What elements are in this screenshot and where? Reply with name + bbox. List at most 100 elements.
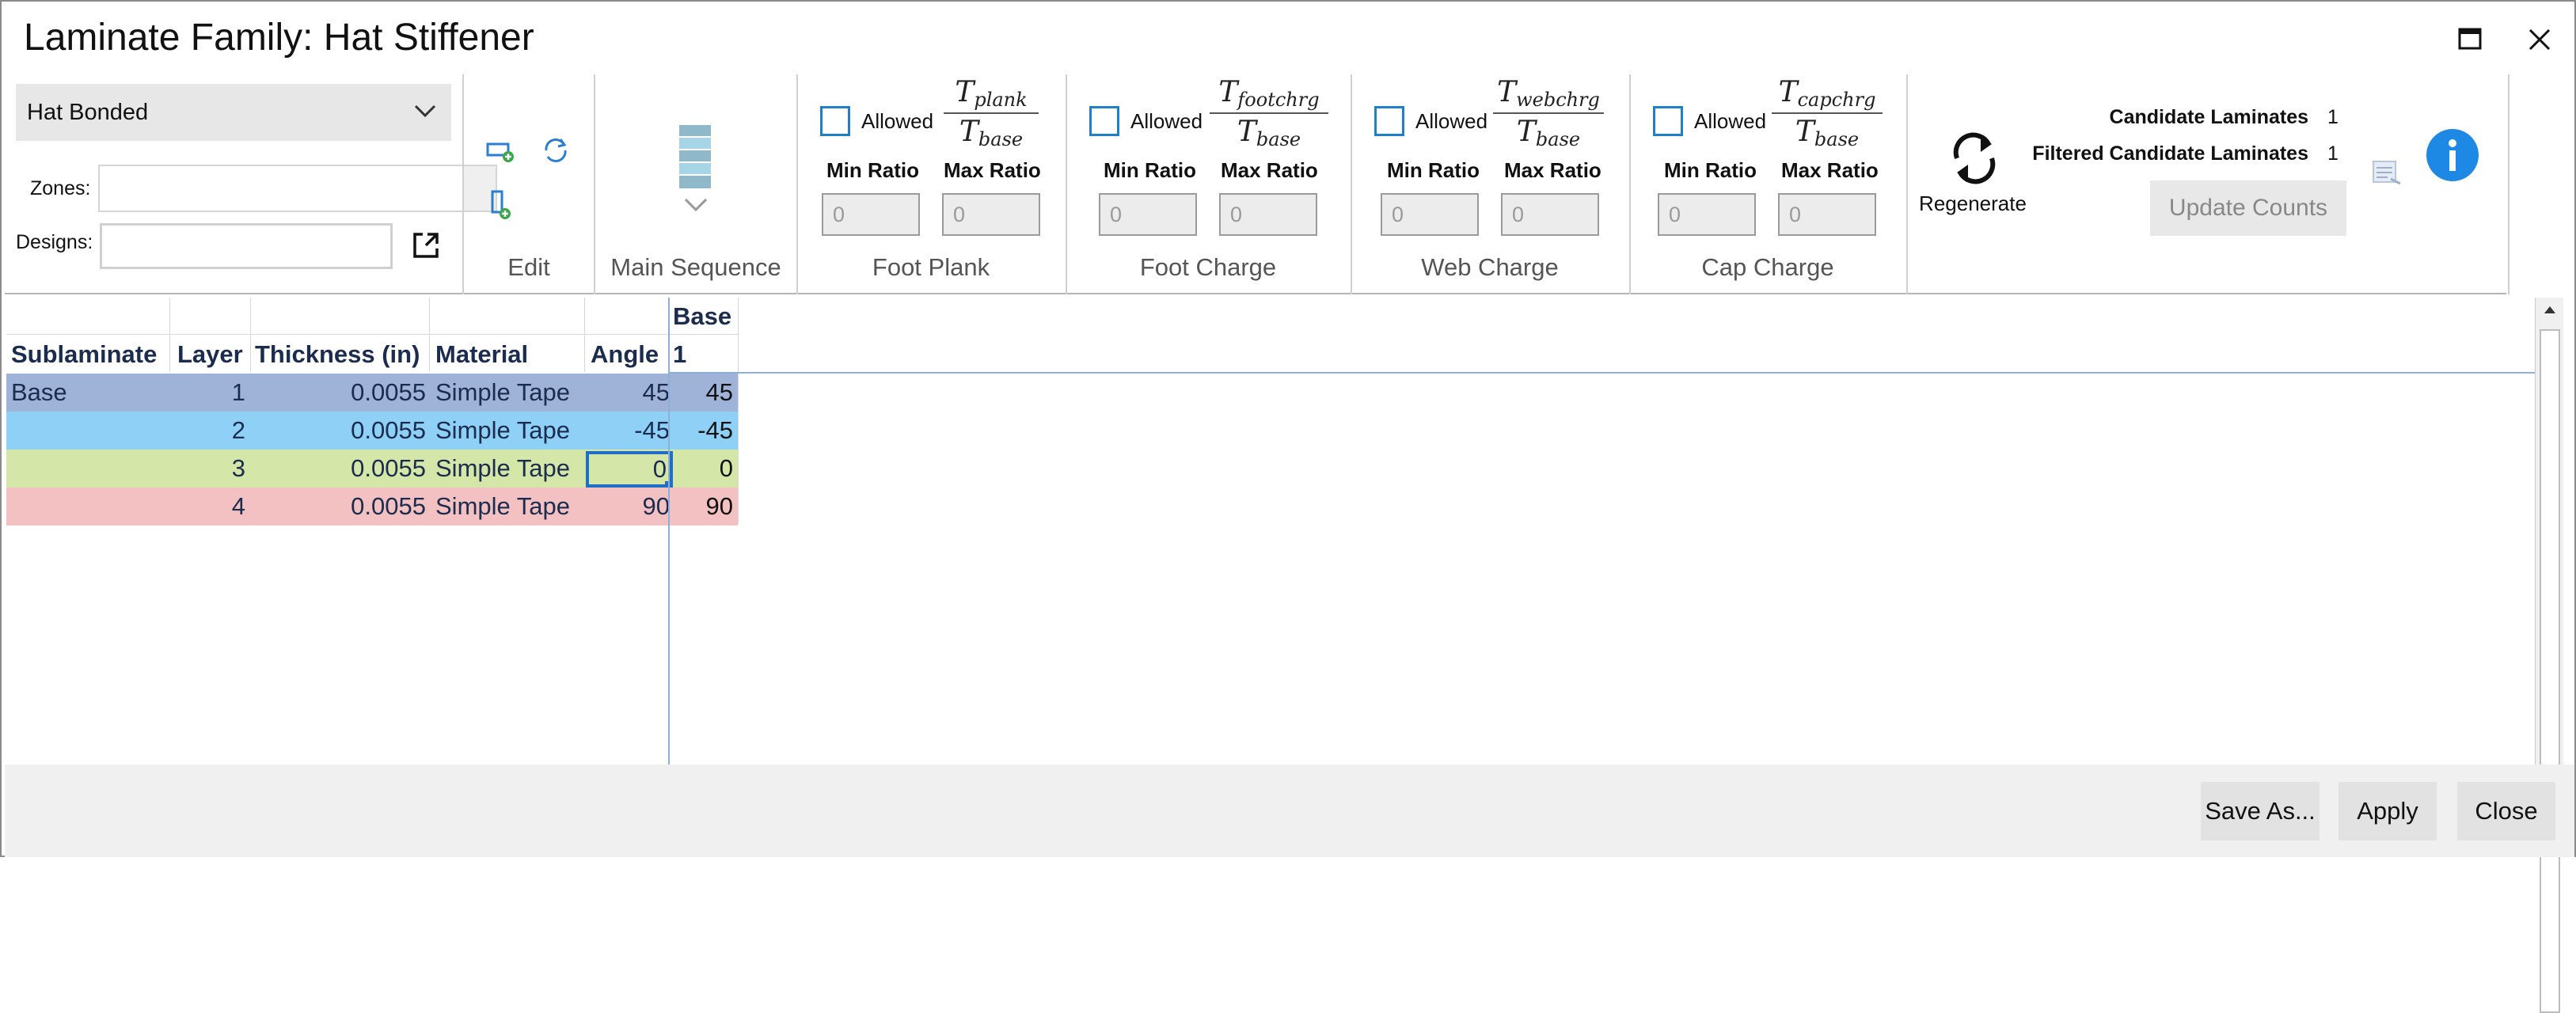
column-header-sublaminate[interactable]: Sublaminate <box>11 340 157 369</box>
foot-charge-allowed-label: Allowed <box>1130 109 1203 133</box>
column-header-thickness[interactable]: Thickness (in) <box>255 340 420 369</box>
window-title: Laminate Family: Hat Stiffener <box>24 17 534 59</box>
column-header-angle[interactable]: Angle <box>591 340 659 369</box>
table-row[interactable]: Base 1 0.0055 Simple Tape 45 45 <box>6 374 738 412</box>
cell-angle-selected[interactable]: 0 <box>586 451 673 488</box>
regenerate-icon <box>1953 132 1996 184</box>
chevron-down-icon <box>414 104 436 118</box>
column-header-layer[interactable]: Layer <box>177 340 243 369</box>
update-counts-button[interactable]: Update Counts <box>2150 180 2346 236</box>
designs-label: Designs: <box>16 231 93 253</box>
grid-column-divider <box>429 298 430 372</box>
cell-layer[interactable]: 4 <box>169 488 245 525</box>
zones-input[interactable] <box>98 165 497 212</box>
filter-list-button[interactable] <box>2372 158 2403 191</box>
designs-input[interactable] <box>100 223 393 269</box>
cell-layer[interactable]: 2 <box>169 412 245 450</box>
foot-charge-max-ratio-input[interactable]: 0 <box>1219 193 1317 236</box>
info-button[interactable] <box>2426 128 2479 186</box>
laminate-family-dialog: Laminate Family: Hat Stiffener Hat Bonde… <box>0 0 2576 1013</box>
cell-layer[interactable]: 3 <box>169 450 245 488</box>
cell-angle[interactable]: 90 <box>584 488 670 525</box>
add-column-button[interactable] <box>489 190 518 226</box>
cell-sequence-1[interactable]: 45 <box>670 374 733 412</box>
cell-sublaminate[interactable]: Base <box>11 374 67 412</box>
foot-charge-min-ratio-input[interactable]: 0 <box>1099 193 1197 236</box>
cell-material[interactable]: Simple Tape <box>435 412 570 450</box>
grid-column-divider <box>169 298 170 372</box>
ribbon-separator <box>462 74 464 294</box>
cell-material[interactable]: Simple Tape <box>435 450 570 488</box>
column-header-material[interactable]: Material <box>435 340 528 369</box>
save-as-button[interactable]: Save As... <box>2201 782 2320 840</box>
cap-charge-group-label: Cap Charge <box>1701 253 1834 281</box>
cell-material[interactable]: Simple Tape <box>435 374 570 412</box>
close-window-button[interactable] <box>2517 17 2562 62</box>
web-charge-allowed-label: Allowed <box>1415 109 1488 133</box>
add-row-button[interactable] <box>486 138 518 170</box>
filtered-candidate-laminates-count: 1 <box>2327 142 2339 165</box>
cell-thickness[interactable]: 0.0055 <box>250 374 426 412</box>
table-row[interactable]: 4 0.0055 Simple Tape 90 90 <box>6 488 738 525</box>
filtered-candidate-laminates-label: Filtered Candidate Laminates <box>2032 142 2308 165</box>
foot-plank-allowed-label: Allowed <box>861 109 934 133</box>
foot-plank-min-ratio-input[interactable]: 0 <box>822 193 920 236</box>
web-charge-max-ratio-label: Max Ratio <box>1504 158 1601 182</box>
foot-charge-max-ratio-label: Max Ratio <box>1221 158 1318 182</box>
maximize-button[interactable] <box>2448 17 2492 62</box>
frozen-row-splitter[interactable] <box>668 372 2535 374</box>
cell-sequence-1[interactable]: 90 <box>670 488 733 525</box>
refresh-edit-button[interactable] <box>540 135 572 170</box>
foot-plank-min-ratio-label: Min Ratio <box>826 158 919 182</box>
web-charge-allowed-checkbox[interactable] <box>1374 106 1404 136</box>
cell-sequence-1[interactable]: -45 <box>670 412 733 450</box>
layer-stack-icon <box>679 125 711 188</box>
cell-angle[interactable]: -45 <box>584 412 670 450</box>
web-charge-group-label: Web Charge <box>1421 253 1559 281</box>
cycle-icon <box>545 138 567 162</box>
family-type-dropdown[interactable]: Hat Bonded <box>16 84 451 141</box>
main-sequence-button[interactable] <box>679 125 711 194</box>
cap-charge-min-ratio-input[interactable]: 0 <box>1658 193 1756 236</box>
foot-plank-allowed-checkbox[interactable] <box>820 106 850 136</box>
candidate-laminates-count: 1 <box>2327 106 2339 128</box>
cell-thickness[interactable]: 0.0055 <box>250 488 426 525</box>
close-icon <box>2529 28 2551 51</box>
web-charge-ratio-formula: Twebchrg Tbase <box>1493 76 1604 150</box>
frozen-column-splitter[interactable] <box>668 298 670 764</box>
cell-layer[interactable]: 1 <box>169 374 245 412</box>
cell-material[interactable]: Simple Tape <box>435 488 570 525</box>
foot-charge-min-ratio-label: Min Ratio <box>1104 158 1196 182</box>
foot-charge-ratio-formula: Tfootchrg Tbase <box>1210 76 1328 150</box>
cell-thickness[interactable]: 0.0055 <box>250 450 426 488</box>
table-row[interactable]: 3 0.0055 Simple Tape 0 0 <box>6 450 738 489</box>
foot-plank-max-ratio-input[interactable]: 0 <box>942 193 1040 236</box>
web-charge-min-ratio-input[interactable]: 0 <box>1381 193 1479 236</box>
cap-charge-max-ratio-label: Max Ratio <box>1781 158 1879 182</box>
table-row[interactable]: 2 0.0055 Simple Tape -45 -45 <box>6 412 738 450</box>
cell-angle[interactable]: 45 <box>584 374 670 412</box>
foot-charge-allowed-checkbox[interactable] <box>1089 106 1119 136</box>
external-link-icon <box>413 233 439 258</box>
edit-group-label: Edit <box>507 253 550 281</box>
filter-list-icon <box>2373 161 2401 185</box>
cell-thickness[interactable]: 0.0055 <box>250 412 426 450</box>
scrollbar-thumb[interactable] <box>2540 329 2560 1013</box>
web-charge-max-ratio-input[interactable]: 0 <box>1501 193 1599 236</box>
add-row-icon <box>486 142 514 162</box>
regenerate-button[interactable]: Regenerate <box>1917 120 2028 223</box>
close-button[interactable]: Close <box>2457 782 2555 840</box>
cap-charge-allowed-checkbox[interactable] <box>1653 106 1683 136</box>
apply-button[interactable]: Apply <box>2339 782 2437 840</box>
open-designs-button[interactable] <box>410 230 442 265</box>
scroll-up-icon[interactable] <box>2543 304 2557 315</box>
main-sequence-dropdown[interactable] <box>684 198 708 216</box>
cell-sequence-1[interactable]: 0 <box>670 450 733 488</box>
cap-charge-max-ratio-input[interactable]: 0 <box>1778 193 1876 236</box>
dialog-footer <box>5 764 2574 857</box>
regenerate-label: Regenerate <box>1919 192 2027 215</box>
ribbon-separator <box>594 74 595 294</box>
vertical-scrollbar[interactable] <box>2535 298 2563 1013</box>
main-sequence-group-label: Main Sequence <box>610 253 781 281</box>
column-header-sequence-1[interactable]: 1 <box>673 340 686 369</box>
